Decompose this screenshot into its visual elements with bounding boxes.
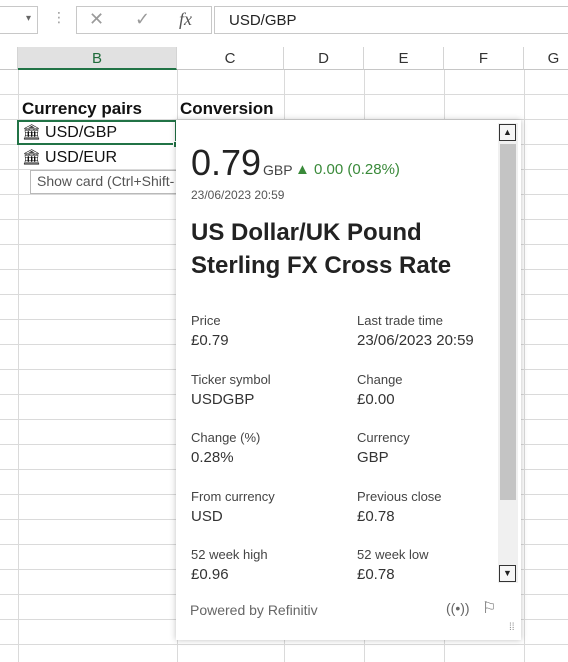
formula-buttons: ✕ ✓ fx <box>76 6 212 34</box>
insert-function-icon[interactable]: fx <box>179 9 192 30</box>
column-header-d[interactable]: D <box>284 47 364 70</box>
broadcast-icon[interactable]: ((•)) <box>446 600 470 616</box>
card-price: 0.79 <box>191 142 262 183</box>
field-label: Last trade time <box>357 313 443 328</box>
field-label: Ticker symbol <box>191 372 271 387</box>
data-type-card: 0.79 GBP ▲ 0.00 (0.28%) 23/06/2023 20:59… <box>176 120 521 640</box>
field-label: 52 week high <box>191 547 268 562</box>
show-card-tooltip: Show card (Ctrl+Shift- <box>30 170 182 194</box>
cell-b-usd-eur[interactable]: 🏛 USD/EUR <box>22 148 117 167</box>
formula-input[interactable]: USD/GBP <box>214 6 568 34</box>
field-label: Previous close <box>357 489 442 504</box>
column-header-e[interactable]: E <box>364 47 444 70</box>
field-label: Change <box>357 372 403 387</box>
formula-bar: ▾ ⋮ ✕ ✓ fx USD/GBP <box>0 0 568 40</box>
enter-icon[interactable]: ✓ <box>135 9 150 30</box>
field-value[interactable]: £0.96 <box>191 566 229 583</box>
selected-cell-border <box>17 120 177 145</box>
card-change: ▲ 0.00 (0.28%) <box>295 161 400 178</box>
card-currency: GBP <box>263 162 293 178</box>
flag-icon[interactable]: ⚐ <box>482 598 496 618</box>
field-value[interactable]: 0.28% <box>191 449 234 466</box>
scrollbar-thumb[interactable] <box>500 144 516 500</box>
field-value[interactable]: 23/06/2023 20:59 <box>357 332 474 349</box>
chevron-down-icon[interactable]: ▾ <box>26 13 31 24</box>
field-value[interactable]: £0.78 <box>357 508 395 525</box>
column-header-b[interactable]: B <box>18 47 177 70</box>
cell-c-header[interactable]: Conversion <box>180 99 274 119</box>
field-label: Currency <box>357 430 410 445</box>
field-value[interactable]: GBP <box>357 449 389 466</box>
column-header-a[interactable] <box>0 47 18 70</box>
card-scrollbar[interactable]: ▲ ▼ <box>498 123 518 583</box>
resize-grip-icon[interactable]: ⁞⁞ <box>509 622 515 633</box>
name-box[interactable]: ▾ <box>0 6 38 34</box>
cell-value: USD/EUR <box>45 149 118 166</box>
column-header-f[interactable]: F <box>444 47 524 70</box>
field-value[interactable]: £0.78 <box>357 566 395 583</box>
column-header-g[interactable]: G <box>524 47 568 70</box>
column-header-c[interactable]: C <box>177 47 284 70</box>
field-label: From currency <box>191 489 275 504</box>
field-label: Price <box>191 313 221 328</box>
scroll-up-icon[interactable]: ▲ <box>499 124 516 141</box>
field-label: 52 week low <box>357 547 429 562</box>
formula-value: USD/GBP <box>229 12 297 29</box>
field-value[interactable]: USDGBP <box>191 391 254 408</box>
cancel-icon[interactable]: ✕ <box>89 9 104 30</box>
powered-by-label: Powered by Refinitiv <box>190 602 318 618</box>
cell-b-header[interactable]: Currency pairs <box>22 99 142 119</box>
field-value[interactable]: £0.00 <box>357 391 395 408</box>
field-label: Change (%) <box>191 430 261 445</box>
card-timestamp: 23/06/2023 20:59 <box>191 188 285 202</box>
card-title: US Dollar/UK Pound Sterling FX Cross Rat… <box>191 219 452 279</box>
more-options-icon[interactable]: ⋮ <box>52 9 66 26</box>
scroll-down-icon[interactable]: ▼ <box>499 565 516 582</box>
field-value[interactable]: £0.79 <box>191 332 229 349</box>
bank-icon[interactable]: 🏛 <box>22 148 41 166</box>
field-value[interactable]: USD <box>191 508 223 525</box>
